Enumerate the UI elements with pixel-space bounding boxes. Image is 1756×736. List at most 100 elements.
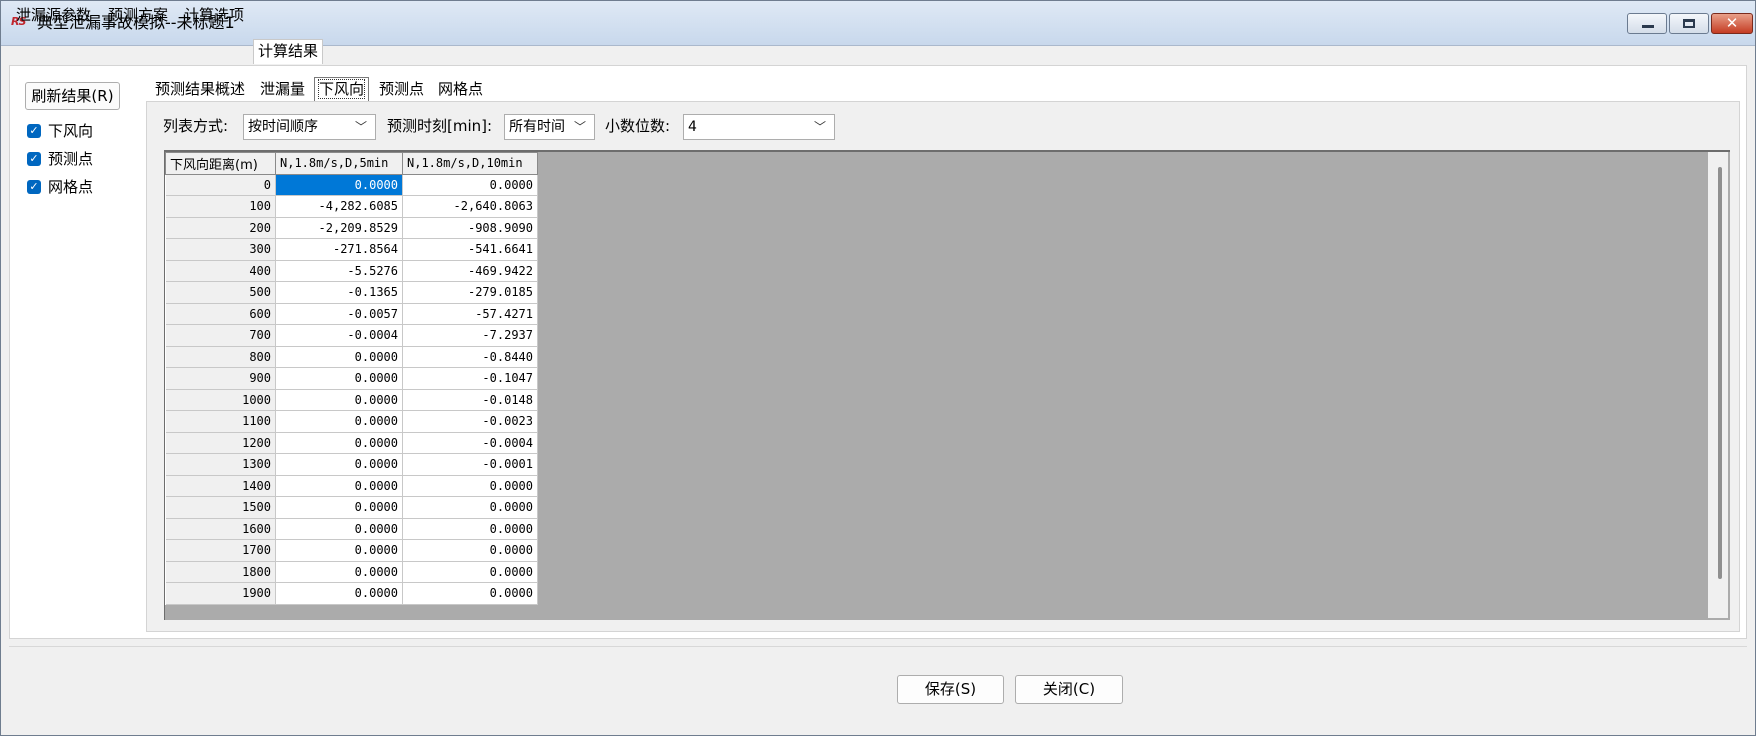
table-row[interactable]: 1500 0.0000 0.0000 <box>165 496 538 519</box>
column-header-distance[interactable]: 下风向距离(m) <box>165 152 276 175</box>
table-cell[interactable]: 0.0000 <box>275 432 403 454</box>
table-cell[interactable]: -0.0023 <box>402 410 538 433</box>
table-cell[interactable]: -2,209.8529 <box>275 217 403 239</box>
table-cell[interactable]: -57.4271 <box>402 303 538 325</box>
table-row[interactable]: 100 -4,282.6085 -2,640.8063 <box>165 195 538 218</box>
table-cell[interactable]: -0.0004 <box>275 324 403 347</box>
table-cell[interactable]: 0.0000 <box>402 174 538 196</box>
refresh-results-button[interactable]: 刷新结果(R) <box>25 82 120 110</box>
tab-calc-options[interactable]: 计算选项 <box>179 3 249 25</box>
table-row[interactable]: 1400 0.0000 0.0000 <box>165 475 538 497</box>
table-cell[interactable]: -541.6641 <box>402 238 538 261</box>
table-row[interactable]: 1300 0.0000 -0.0001 <box>165 453 538 476</box>
table-cell[interactable]: 0.0000 <box>402 496 538 519</box>
row-header-distance[interactable]: 800 <box>165 346 276 368</box>
minimize-button[interactable] <box>1627 13 1667 34</box>
tab-prediction-plan[interactable]: 预测方案 <box>103 3 173 25</box>
table-row[interactable]: 800 0.0000 -0.8440 <box>165 346 538 368</box>
table-cell[interactable]: 0.0000 <box>275 561 403 583</box>
table-row[interactable]: 600 -0.0057 -57.4271 <box>165 303 538 325</box>
row-header-distance[interactable]: 700 <box>165 324 276 347</box>
table-cell[interactable]: 0.0000 <box>275 496 403 519</box>
table-row[interactable]: 300 -271.8564 -541.6641 <box>165 238 538 261</box>
table-row[interactable]: 900 0.0000 -0.1047 <box>165 367 538 390</box>
row-header-distance[interactable]: 100 <box>165 195 276 218</box>
prediction-time-select[interactable]: 所有时间 ﹀ <box>504 114 595 140</box>
subtab-downwind[interactable]: 下风向 <box>314 77 370 101</box>
table-row[interactable]: 1000 0.0000 -0.0148 <box>165 389 538 411</box>
row-header-distance[interactable]: 1900 <box>165 582 276 605</box>
table-cell[interactable]: 0.0000 <box>275 389 403 411</box>
row-header-distance[interactable]: 1700 <box>165 539 276 562</box>
row-header-distance[interactable]: 300 <box>165 238 276 261</box>
table-cell[interactable]: -0.0057 <box>275 303 403 325</box>
table-cell[interactable]: 0.0000 <box>275 410 403 433</box>
table-cell[interactable]: -0.1365 <box>275 281 403 304</box>
table-cell[interactable]: -0.8440 <box>402 346 538 368</box>
table-cell[interactable]: 0.0000 <box>402 475 538 497</box>
table-cell[interactable]: 0.0000 <box>275 346 403 368</box>
tab-leak-source-params[interactable]: 泄漏源参数 <box>11 3 96 25</box>
table-cell[interactable]: -0.0148 <box>402 389 538 411</box>
table-cell[interactable]: 0.0000 <box>275 453 403 476</box>
table-cell[interactable]: 0.0000 <box>275 582 403 605</box>
table-row[interactable]: 1100 0.0000 -0.0023 <box>165 410 538 433</box>
subtab-grid-points[interactable]: 网格点 <box>434 78 487 100</box>
row-header-distance[interactable]: 1300 <box>165 453 276 476</box>
table-cell[interactable]: 0.0000 <box>275 518 403 540</box>
row-header-distance[interactable]: 200 <box>165 217 276 239</box>
tab-calc-results[interactable]: 计算结果 <box>253 39 324 64</box>
table-row[interactable]: 700 -0.0004 -7.2937 <box>165 324 538 347</box>
table-cell[interactable]: 0.0000 <box>275 539 403 562</box>
table-cell[interactable]: -908.9090 <box>402 217 538 239</box>
table-cell[interactable]: -279.0185 <box>402 281 538 304</box>
row-header-distance[interactable]: 900 <box>165 367 276 390</box>
row-header-distance[interactable]: 1200 <box>165 432 276 454</box>
table-row[interactable]: 500 -0.1365 -279.0185 <box>165 281 538 304</box>
table-row[interactable]: 0 0.0000 0.0000 <box>165 174 538 196</box>
table-row[interactable]: 400 -5.5276 -469.9422 <box>165 260 538 282</box>
row-header-distance[interactable]: 500 <box>165 281 276 304</box>
column-header-5min[interactable]: N,1.8m/s,D,5min <box>275 152 403 175</box>
row-header-distance[interactable]: 400 <box>165 260 276 282</box>
table-cell[interactable]: -7.2937 <box>402 324 538 347</box>
list-mode-select[interactable]: 按时间顺序 ﹀ <box>243 114 376 140</box>
row-header-distance[interactable]: 1500 <box>165 496 276 519</box>
close-window-button[interactable]: ✕ <box>1711 13 1753 34</box>
row-header-distance[interactable]: 1100 <box>165 410 276 433</box>
table-row[interactable]: 1600 0.0000 0.0000 <box>165 518 538 540</box>
results-grid[interactable]: 下风向距离(m) N,1.8m/s,D,5min N,1.8m/s,D,10mi… <box>164 150 1730 620</box>
row-header-distance[interactable]: 1600 <box>165 518 276 540</box>
table-cell[interactable]: -2,640.8063 <box>402 195 538 218</box>
subtab-predict-points[interactable]: 预测点 <box>375 78 428 100</box>
table-cell[interactable]: 0.0000 <box>275 475 403 497</box>
table-row[interactable]: 1200 0.0000 -0.0004 <box>165 432 538 454</box>
maximize-button[interactable] <box>1669 13 1709 34</box>
table-cell[interactable]: 0.0000 <box>402 518 538 540</box>
table-cell[interactable]: -0.1047 <box>402 367 538 390</box>
table-row[interactable]: 1900 0.0000 0.0000 <box>165 582 538 605</box>
table-cell[interactable]: 0.0000 <box>275 367 403 390</box>
row-header-distance[interactable]: 1800 <box>165 561 276 583</box>
row-header-distance[interactable]: 600 <box>165 303 276 325</box>
table-cell[interactable]: 0.0000 <box>402 539 538 562</box>
decimals-select[interactable]: 4 ﹀ <box>683 114 835 140</box>
row-header-distance[interactable]: 1000 <box>165 389 276 411</box>
row-header-distance[interactable]: 0 <box>165 174 276 196</box>
table-cell[interactable]: -5.5276 <box>275 260 403 282</box>
close-button[interactable]: 关闭(C) <box>1015 675 1123 704</box>
table-row[interactable]: 1700 0.0000 0.0000 <box>165 539 538 562</box>
table-cell[interactable]: -0.0004 <box>402 432 538 454</box>
subtab-leak-amount[interactable]: 泄漏量 <box>256 78 309 100</box>
table-cell[interactable]: 0.0000 <box>402 582 538 605</box>
scrollbar-thumb[interactable] <box>1718 167 1722 579</box>
table-row[interactable]: 200 -2,209.8529 -908.9090 <box>165 217 538 239</box>
subtab-overview[interactable]: 预测结果概述 <box>151 78 249 100</box>
table-cell[interactable]: 0.0000 <box>275 174 403 196</box>
table-cell[interactable]: -4,282.6085 <box>275 195 403 218</box>
column-header-10min[interactable]: N,1.8m/s,D,10min <box>402 152 538 175</box>
table-cell[interactable]: 0.0000 <box>402 561 538 583</box>
row-header-distance[interactable]: 1400 <box>165 475 276 497</box>
save-button[interactable]: 保存(S) <box>897 675 1004 704</box>
table-cell[interactable]: -0.0001 <box>402 453 538 476</box>
